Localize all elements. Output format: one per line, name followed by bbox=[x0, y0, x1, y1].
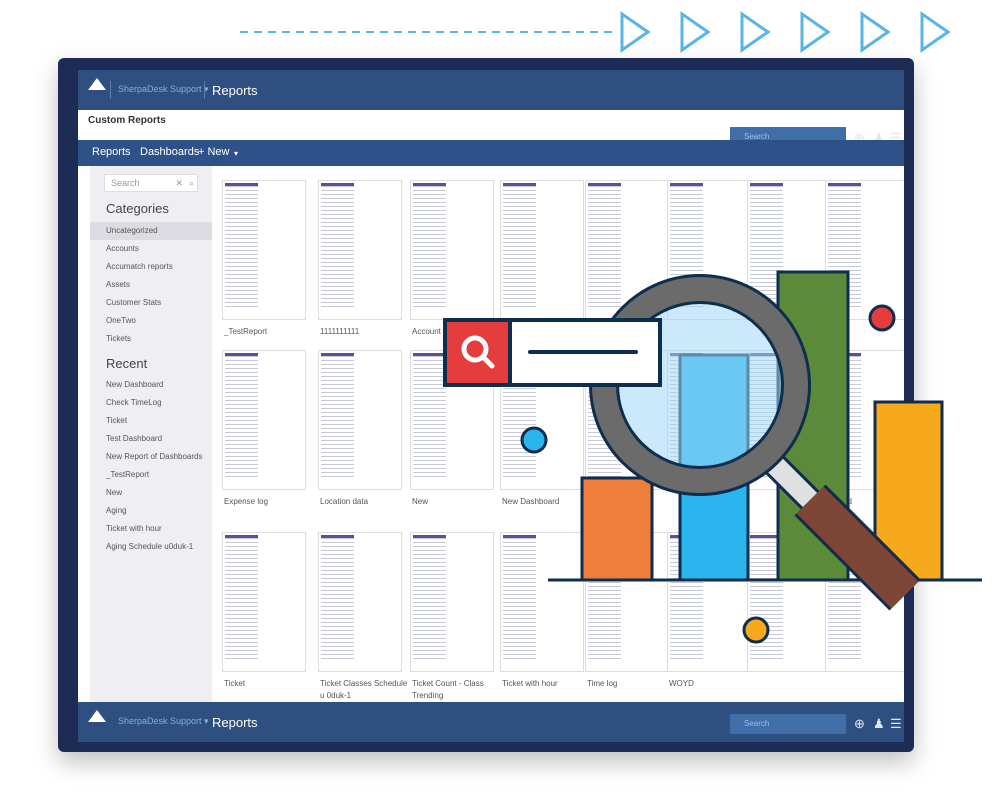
red-dot bbox=[868, 304, 896, 332]
search-bar-illustration bbox=[443, 318, 662, 387]
analytics-illustration bbox=[443, 270, 982, 644]
yellow-dot bbox=[742, 616, 770, 644]
blue-dot bbox=[520, 426, 548, 454]
orange-bar bbox=[580, 476, 654, 582]
